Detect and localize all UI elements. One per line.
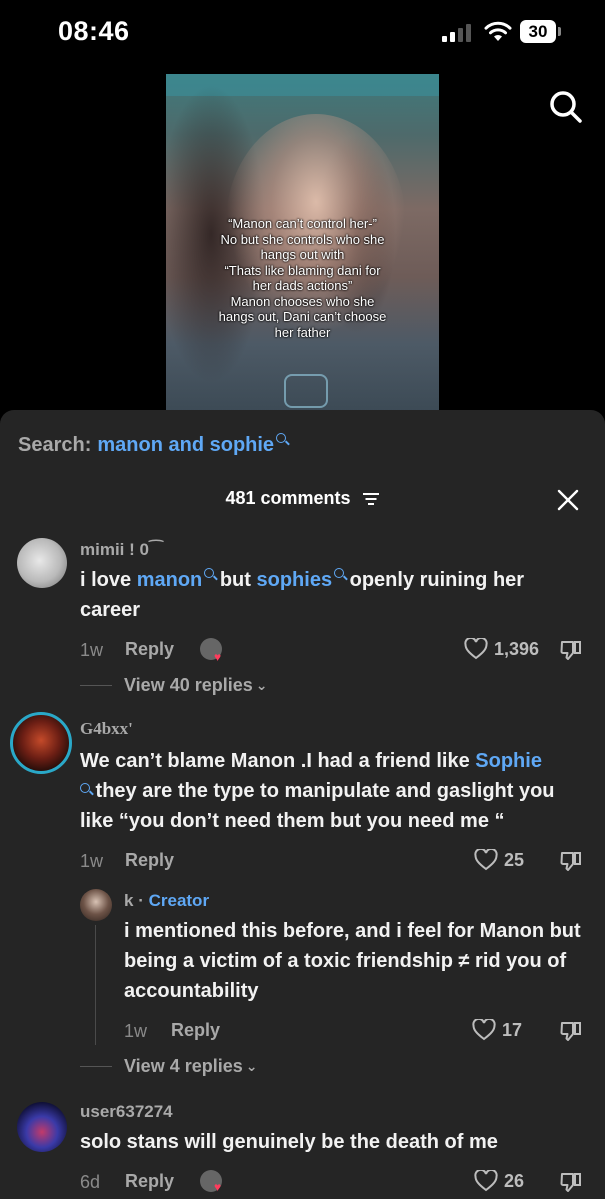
like-count: 1,396: [494, 638, 540, 659]
comment-time: 1w: [80, 851, 104, 871]
search-query[interactable]: manon and sophie: [97, 434, 274, 457]
avatar[interactable]: [17, 538, 67, 588]
comment-text-part: but: [214, 569, 257, 591]
comment-text-part: they are the type to manipulate and gasl…: [80, 780, 555, 832]
chevron-down-icon: ⌄: [245, 1058, 258, 1074]
comment-text: We can’t blame Manon .I had a friend lik…: [80, 746, 585, 836]
comment-username[interactable]: mimii ! 0⁀: [80, 540, 163, 560]
video-preview[interactable]: “Manon can’t control her-” No but she co…: [166, 74, 439, 412]
thread-line: [95, 925, 96, 1045]
search-suggestion[interactable]: Search: manon and sophie: [18, 432, 287, 457]
heart-icon: [474, 1170, 498, 1192]
avatar[interactable]: [17, 1102, 67, 1152]
reply-time: 1w: [124, 1021, 148, 1041]
search-icon[interactable]: [547, 88, 585, 126]
reply-button[interactable]: Reply: [125, 639, 174, 660]
like-button[interactable]: 26: [474, 1170, 524, 1192]
cellular-signal-icon: [442, 24, 471, 42]
search-link-manon[interactable]: manon: [137, 569, 203, 591]
like-count: 17: [502, 1019, 523, 1040]
reply-button[interactable]: Reply: [171, 1020, 220, 1041]
dislike-icon[interactable]: [559, 1019, 583, 1043]
comment-text-part: i love: [80, 569, 137, 591]
view-replies-button[interactable]: View 4 replies ⌄: [124, 1056, 257, 1077]
search-small-icon: [276, 432, 287, 443]
liked-heart-icon: ♥: [214, 650, 222, 664]
dislike-icon[interactable]: [559, 638, 583, 662]
liked-heart-icon: ♥: [214, 1180, 222, 1194]
like-count: 26: [504, 1170, 525, 1191]
search-small-icon: [334, 568, 345, 578]
comment-text-part: We can’t blame Manon .I had a friend lik…: [80, 750, 476, 772]
reply-button[interactable]: Reply: [125, 1171, 174, 1192]
heart-icon: [474, 849, 498, 871]
status-time: 08:46: [58, 16, 130, 46]
reply-username-row: k · Creator: [124, 891, 209, 911]
wifi-icon: [484, 21, 512, 41]
heart-icon: [472, 1019, 496, 1041]
like-button[interactable]: 1,396: [464, 638, 539, 660]
search-link-sophies[interactable]: sophies: [256, 569, 332, 591]
reply-text: i mentioned this before, and i feel for …: [124, 920, 581, 1002]
reply-username[interactable]: k: [124, 891, 133, 910]
divider: [80, 685, 112, 686]
comment-username[interactable]: user637274: [80, 1102, 173, 1122]
like-count: 25: [504, 849, 525, 870]
view-replies-label: View 40 replies: [124, 675, 253, 695]
heart-icon: [464, 638, 488, 660]
like-button[interactable]: 17: [472, 1019, 522, 1041]
video-necklace: [284, 374, 328, 408]
separator-dot: ·: [138, 891, 149, 910]
dislike-icon[interactable]: [559, 1170, 583, 1194]
chevron-down-icon: ⌄: [255, 677, 268, 693]
reply-button[interactable]: Reply: [125, 850, 174, 871]
comment-text: solo stans will genuinely be the death o…: [80, 1131, 498, 1153]
comment-username[interactable]: G4bxx': [80, 719, 133, 739]
search-link-sophie[interactable]: Sophie: [475, 750, 542, 772]
search-label: Search:: [18, 434, 92, 456]
comments-header: 481 comments: [0, 488, 605, 509]
sort-filter-icon[interactable]: [362, 492, 380, 506]
comment-text: i love manon but sophies openly ruining …: [80, 565, 580, 625]
comment-time: 1w: [80, 640, 104, 660]
battery-indicator: 30: [520, 20, 556, 43]
like-button[interactable]: 25: [474, 849, 524, 871]
search-small-icon: [204, 568, 215, 578]
avatar[interactable]: [10, 712, 72, 774]
dislike-icon[interactable]: [559, 849, 583, 873]
view-replies-label: View 4 replies: [124, 1056, 243, 1076]
search-small-icon: [80, 783, 90, 793]
avatar[interactable]: [80, 889, 112, 921]
comment-count: 481 comments: [225, 488, 351, 508]
view-replies-button[interactable]: View 40 replies ⌄: [124, 675, 268, 696]
close-icon[interactable]: [557, 489, 579, 511]
divider: [80, 1066, 112, 1067]
creator-badge: Creator: [148, 891, 210, 910]
battery-tip: [558, 27, 561, 36]
comment-time: 6d: [80, 1172, 101, 1192]
video-caption: “Manon can’t control her-” No but she co…: [218, 216, 387, 340]
